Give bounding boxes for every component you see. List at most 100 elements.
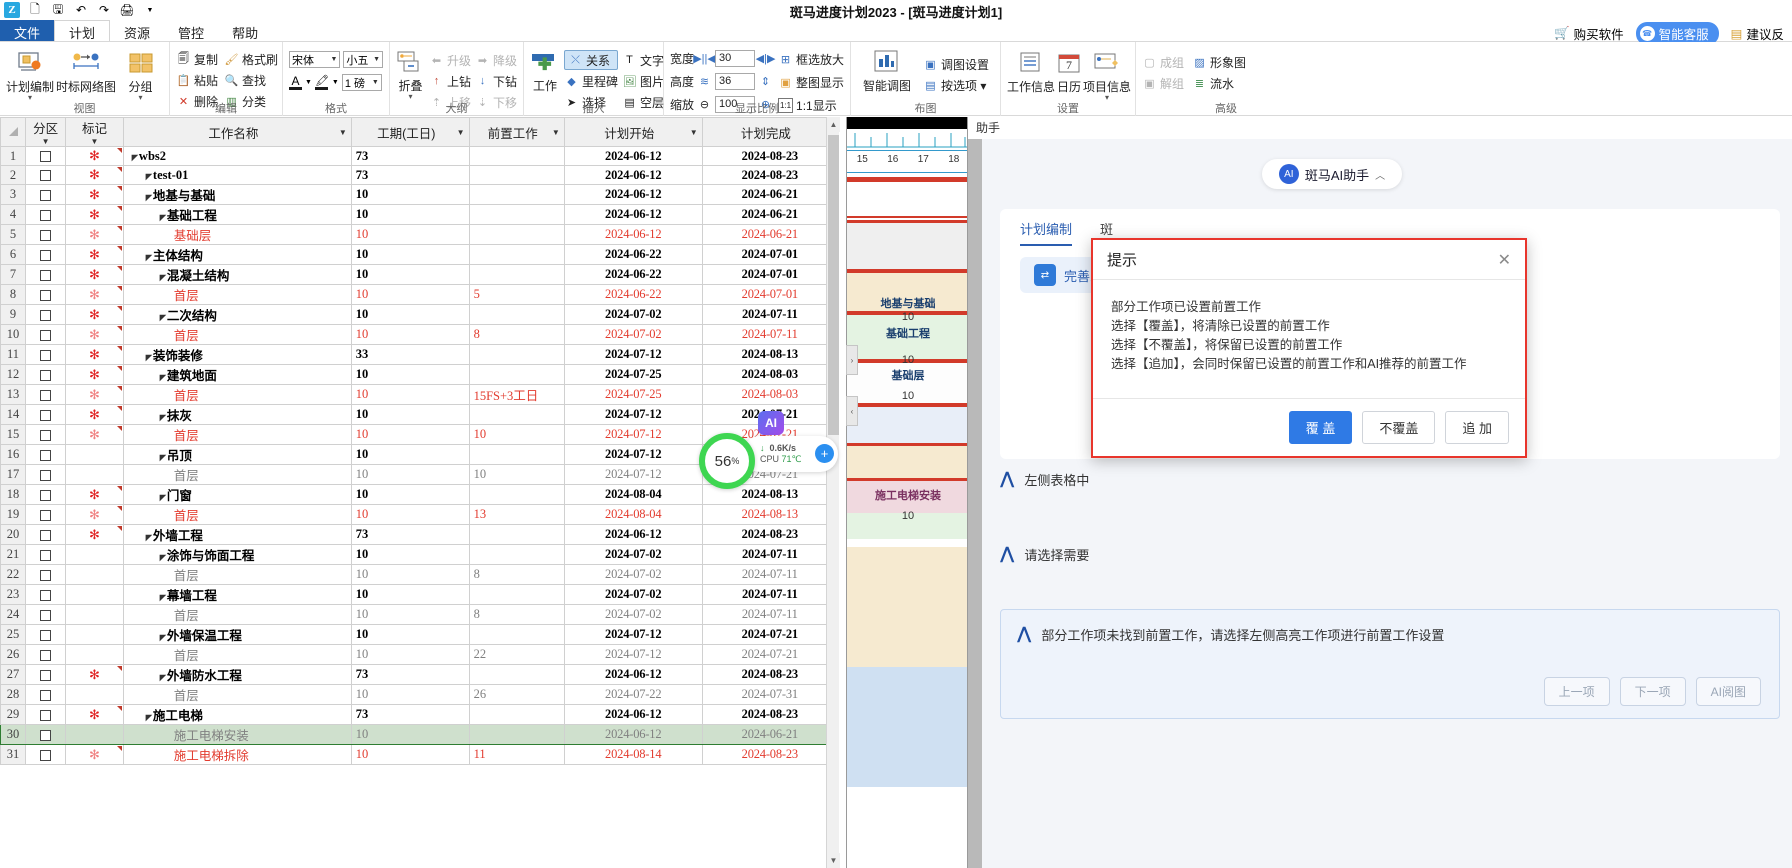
project-info-button[interactable]: 项目信息 ▾ bbox=[1083, 47, 1131, 102]
row-checkbox[interactable] bbox=[40, 269, 52, 281]
row-number[interactable]: 24 bbox=[0, 604, 27, 625]
assistant-tab-plan[interactable]: 计划编制 bbox=[1020, 219, 1072, 246]
predecessor-cell[interactable] bbox=[468, 724, 565, 745]
row-checkbox[interactable] bbox=[40, 509, 52, 521]
save-icon[interactable]: 🖫 bbox=[50, 2, 66, 18]
row-checkbox-cell[interactable] bbox=[25, 165, 67, 185]
undo-icon[interactable]: ↶ bbox=[73, 2, 89, 18]
planned-finish-cell[interactable]: 2024-07-01 bbox=[701, 264, 839, 285]
table-row[interactable]: 28 首层 10 26 2024-07-22 2024-07-31 bbox=[0, 684, 839, 705]
planned-start-cell[interactable]: 2024-07-12 bbox=[563, 444, 703, 465]
row-mark-cell[interactable]: ✻ bbox=[65, 304, 124, 325]
row-number[interactable]: 25 bbox=[0, 624, 27, 645]
header-planned-finish[interactable]: 计划完成 ▼ bbox=[701, 117, 839, 147]
task-name-cell[interactable]: 基础层 bbox=[122, 224, 352, 245]
planned-finish-cell[interactable]: 2024-08-23 bbox=[701, 744, 839, 765]
width-stepper-icon[interactable]: ◀|▶ bbox=[756, 51, 776, 66]
duration-cell[interactable]: 10 bbox=[350, 624, 470, 645]
header-task-name[interactable]: 工作名称 ▼ bbox=[122, 117, 352, 147]
task-name-cell[interactable]: ◤基础工程 bbox=[122, 204, 352, 225]
row-checkbox[interactable] bbox=[40, 449, 52, 461]
gantt-collapse-right-handle[interactable]: › bbox=[846, 345, 858, 375]
row-number[interactable]: 29 bbox=[0, 704, 27, 725]
plan-compile-button[interactable]: 计划编制 ▾ bbox=[6, 47, 54, 102]
predecessor-cell[interactable]: 8 bbox=[468, 604, 565, 625]
row-mark-cell[interactable]: ✻ bbox=[65, 184, 124, 205]
row-number[interactable]: 8 bbox=[0, 284, 27, 305]
header-duration-filter-icon[interactable]: ▼ bbox=[457, 128, 465, 137]
task-name-cell[interactable]: 首层 bbox=[122, 424, 352, 445]
predecessor-cell[interactable]: 10 bbox=[468, 424, 565, 445]
row-checkbox-cell[interactable] bbox=[25, 204, 67, 225]
table-row[interactable]: 18 ✻ ◤门窗 10 2024-08-04 2024-08-13 bbox=[0, 484, 839, 505]
row-number[interactable]: 1 bbox=[0, 146, 27, 166]
table-row[interactable]: 26 首层 10 22 2024-07-12 2024-07-21 bbox=[0, 644, 839, 665]
row-checkbox-cell[interactable] bbox=[25, 644, 67, 665]
row-checkbox[interactable] bbox=[40, 189, 52, 201]
row-mark-cell[interactable]: ✻ bbox=[65, 224, 124, 245]
duration-cell[interactable]: 10 bbox=[350, 384, 470, 405]
predecessor-cell[interactable] bbox=[468, 146, 565, 166]
planned-finish-cell[interactable]: 2024-07-11 bbox=[701, 324, 839, 345]
picture-button[interactable]: 🖼 图片 bbox=[622, 71, 665, 91]
tab-help[interactable]: 帮助 bbox=[218, 20, 272, 42]
row-number[interactable]: 5 bbox=[0, 224, 27, 245]
planned-start-cell[interactable]: 2024-07-12 bbox=[563, 644, 703, 665]
row-checkbox-cell[interactable] bbox=[25, 724, 67, 745]
duration-cell[interactable]: 10 bbox=[350, 724, 470, 745]
collapse-triangle-icon[interactable]: ◤ bbox=[160, 273, 166, 282]
row-number[interactable]: 13 bbox=[0, 384, 27, 405]
predecessor-cell[interactable] bbox=[468, 484, 565, 505]
table-row[interactable]: 21 ◤涂饰与饰面工程 10 2024-07-02 2024-07-11 bbox=[0, 544, 839, 565]
planned-finish-cell[interactable]: 2024-08-13 bbox=[701, 344, 839, 365]
planned-start-cell[interactable]: 2024-07-02 bbox=[563, 604, 703, 625]
redo-icon[interactable]: ↷ bbox=[96, 2, 112, 18]
row-number[interactable]: 2 bbox=[0, 165, 27, 185]
row-checkbox[interactable] bbox=[40, 489, 52, 501]
calendar-button[interactable]: 7 日历 bbox=[1057, 47, 1081, 101]
duration-cell[interactable]: 10 bbox=[350, 484, 470, 505]
row-number[interactable]: 7 bbox=[0, 264, 27, 285]
row-mark-cell[interactable]: ✻ bbox=[65, 264, 124, 285]
planned-start-cell[interactable]: 2024-07-02 bbox=[563, 324, 703, 345]
row-checkbox-cell[interactable] bbox=[25, 264, 67, 285]
line-weight-select[interactable]: 1 磅 ▼ bbox=[341, 74, 382, 91]
row-checkbox-cell[interactable] bbox=[25, 744, 67, 765]
more-icon[interactable]: ▼ bbox=[142, 2, 158, 18]
duration-cell[interactable]: 10 bbox=[350, 564, 470, 585]
row-checkbox-cell[interactable] bbox=[25, 664, 67, 685]
task-name-cell[interactable]: ◤抹灰 bbox=[122, 404, 352, 425]
collapse-triangle-icon[interactable]: ◤ bbox=[132, 153, 138, 162]
flow-button[interactable]: ≣ 流水 bbox=[1192, 73, 1246, 93]
text-button[interactable]: T 文字 bbox=[622, 50, 664, 70]
task-name-cell[interactable]: ◤二次结构 bbox=[122, 304, 352, 325]
duration-cell[interactable]: 10 bbox=[350, 224, 470, 245]
predecessor-cell[interactable]: 22 bbox=[468, 644, 565, 665]
time-network-button[interactable]: 时标网络图 bbox=[56, 47, 116, 101]
row-checkbox-cell[interactable] bbox=[25, 504, 67, 525]
gantt-collapse-left-handle[interactable]: ‹ bbox=[846, 396, 858, 426]
table-row[interactable]: 7 ✻ ◤混凝土结构 10 2024-06-22 2024-07-01 bbox=[0, 264, 839, 285]
planned-finish-cell[interactable]: 2024-07-01 bbox=[701, 244, 839, 265]
planned-finish-cell[interactable]: 2024-08-23 bbox=[701, 664, 839, 685]
collapse-triangle-icon[interactable]: ◤ bbox=[160, 313, 166, 322]
row-checkbox[interactable] bbox=[40, 729, 52, 741]
task-name-cell[interactable]: 首层 bbox=[122, 564, 352, 585]
buy-software-button[interactable]: 🛒 购买软件 bbox=[1554, 24, 1624, 43]
append-button[interactable]: 追 加 bbox=[1445, 411, 1509, 444]
row-checkbox[interactable] bbox=[40, 151, 52, 163]
planned-finish-cell[interactable]: 2024-08-13 bbox=[701, 504, 839, 525]
planned-finish-cell[interactable]: 2024-07-21 bbox=[701, 624, 839, 645]
planned-start-cell[interactable]: 2024-07-12 bbox=[563, 464, 703, 485]
table-row[interactable]: 13 ✻ 首层 10 15FS+3工日 2024-07-25 2024-08-03 bbox=[0, 384, 839, 405]
row-checkbox[interactable] bbox=[40, 749, 52, 761]
prev-item-button[interactable]: 上一项 bbox=[1543, 677, 1610, 706]
row-mark-cell[interactable] bbox=[65, 564, 124, 585]
predecessor-cell[interactable] bbox=[468, 404, 565, 425]
predecessor-cell[interactable] bbox=[468, 664, 565, 685]
task-sheet[interactable]: 分区 ▼ 标记 ▼ 工作名称 ▼ 工期(工日) ▼ 前置工作 ▼ 计划开始 ▼ … bbox=[0, 117, 839, 868]
duration-cell[interactable]: 10 bbox=[350, 464, 470, 485]
close-icon[interactable]: ✕ bbox=[1498, 250, 1511, 270]
row-number[interactable]: 21 bbox=[0, 544, 27, 565]
row-number[interactable]: 11 bbox=[0, 344, 27, 365]
